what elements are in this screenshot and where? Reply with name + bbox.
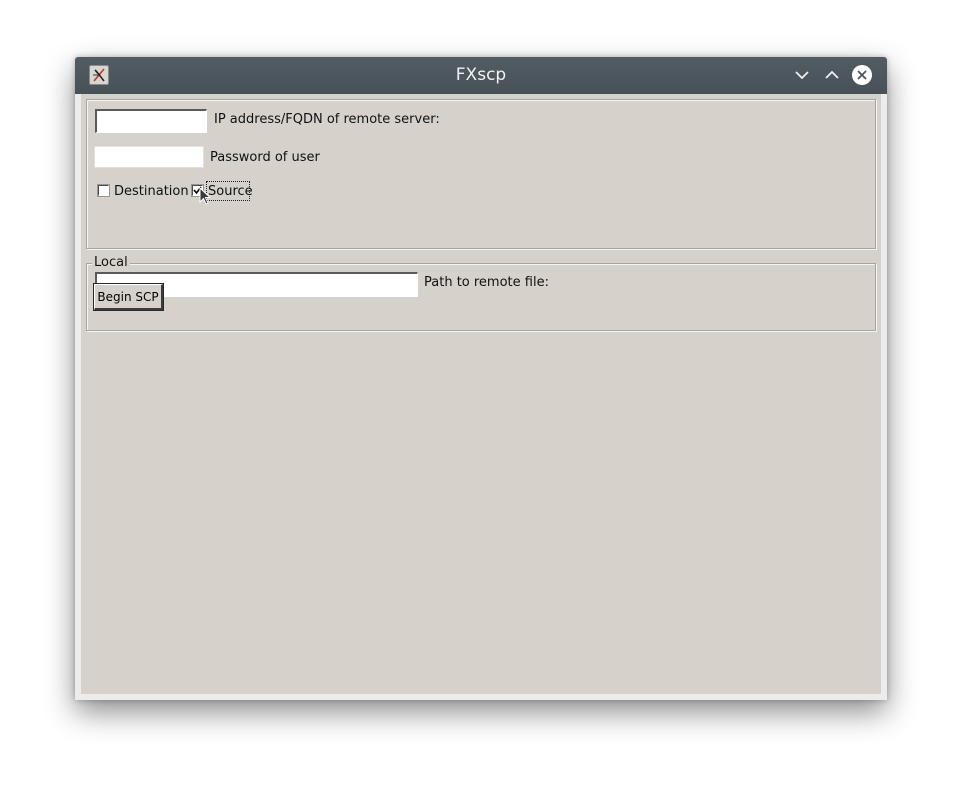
- close-icon[interactable]: [851, 64, 873, 86]
- ip-address-label: IP address/FQDN of remote server:: [214, 112, 440, 127]
- begin-scp-button[interactable]: Begin SCP: [93, 283, 164, 311]
- local-frame: [86, 263, 876, 331]
- source-label[interactable]: Source: [208, 184, 253, 199]
- app-window: FXscp IP address/FQDN of remote server: …: [75, 57, 887, 700]
- title-bar[interactable]: FXscp: [75, 57, 887, 94]
- password-input[interactable]: [94, 146, 204, 168]
- destination-label[interactable]: Destination: [114, 184, 189, 199]
- maximize-icon[interactable]: [821, 64, 843, 86]
- destination-checkbox[interactable]: [97, 184, 110, 197]
- client-area: IP address/FQDN of remote server: Passwo…: [81, 94, 881, 694]
- password-label: Password of user: [210, 150, 320, 165]
- ip-address-input[interactable]: [95, 109, 207, 133]
- mouse-pointer-icon: [199, 186, 213, 207]
- local-frame-legend: Local: [92, 255, 130, 270]
- minimize-icon[interactable]: [791, 64, 813, 86]
- window-title: FXscp: [455, 65, 507, 85]
